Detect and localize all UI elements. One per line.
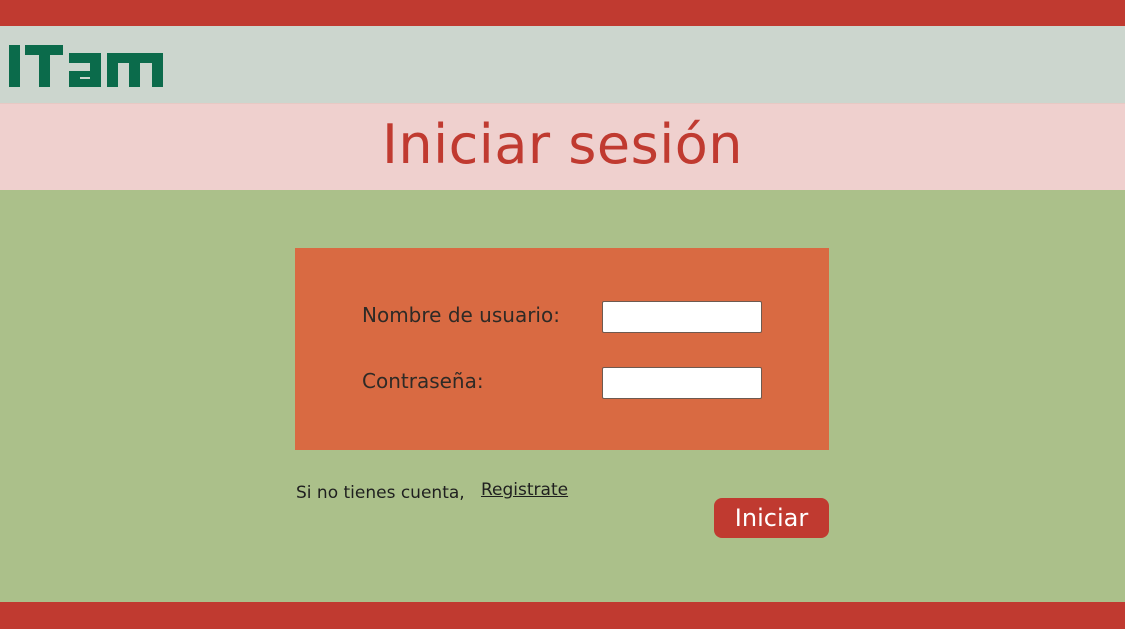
top-accent-bar bbox=[0, 0, 1125, 26]
register-link[interactable]: Registrate bbox=[481, 480, 568, 500]
page-title: Iniciar sesión bbox=[381, 113, 744, 176]
username-input[interactable] bbox=[602, 301, 762, 333]
itam-logo[interactable] bbox=[9, 41, 167, 89]
site-header bbox=[0, 26, 1125, 104]
title-band: Iniciar sesión bbox=[0, 104, 1125, 190]
password-input[interactable] bbox=[602, 367, 762, 399]
signup-prompt: Si no tienes cuenta, bbox=[296, 483, 465, 503]
login-form-panel: Nombre de usuario: Contraseña: bbox=[295, 248, 829, 450]
main-content: Nombre de usuario: Contraseña: Si no tie… bbox=[0, 190, 1125, 602]
bottom-accent-bar bbox=[0, 602, 1125, 629]
username-label: Nombre de usuario: bbox=[362, 303, 560, 327]
login-submit-button[interactable]: Iniciar bbox=[714, 498, 829, 538]
password-label: Contraseña: bbox=[362, 369, 484, 393]
